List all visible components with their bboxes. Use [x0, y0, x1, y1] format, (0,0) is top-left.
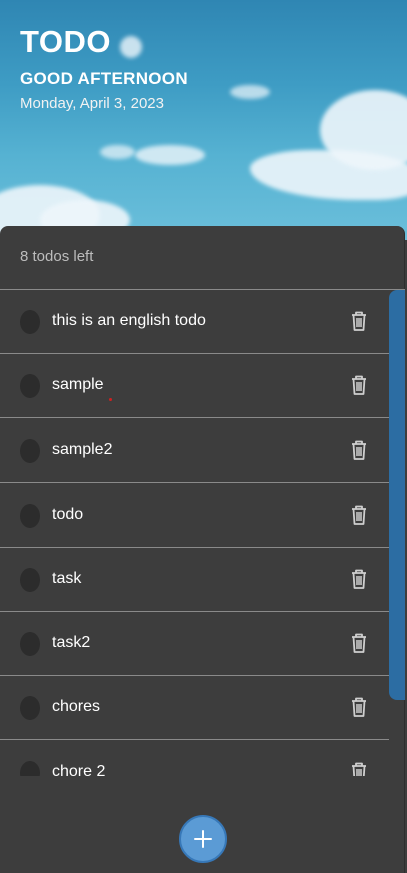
todo-item[interactable]: sample2: [0, 419, 389, 483]
app-title: TODO: [20, 24, 111, 59]
todo-panel: 8 todos left this is an english todo sam…: [0, 226, 405, 873]
todo-item[interactable]: todo: [0, 484, 389, 548]
todo-label: chores: [52, 698, 101, 715]
todo-item[interactable]: sample: [0, 354, 389, 418]
todo-item[interactable]: chore 2: [0, 741, 389, 776]
todo-item[interactable]: task: [0, 548, 389, 612]
plus-icon: [194, 830, 212, 848]
greeting-text: GOOD AFTERNOON: [20, 69, 188, 88]
complete-checkbox[interactable]: [20, 568, 40, 592]
trash-icon[interactable]: [349, 374, 369, 396]
todo-label: chore 2: [52, 763, 106, 776]
todo-label: todo: [52, 506, 84, 523]
todos-left-count: 8 todos left: [20, 248, 94, 265]
complete-checkbox[interactable]: [20, 374, 40, 398]
scrollbar-thumb[interactable]: [389, 290, 405, 700]
todo-label: task2: [52, 634, 91, 651]
todo-item[interactable]: this is an english todo: [0, 290, 389, 354]
complete-checkbox[interactable]: [20, 696, 40, 720]
todo-label: sample2: [52, 441, 113, 458]
cloud-shape: [135, 145, 205, 165]
trash-icon[interactable]: [349, 568, 369, 590]
trash-icon[interactable]: [349, 632, 369, 654]
todo-label: task: [52, 570, 82, 587]
complete-checkbox[interactable]: [20, 632, 40, 656]
complete-checkbox[interactable]: [20, 310, 40, 334]
trash-icon[interactable]: [349, 504, 369, 526]
trash-icon[interactable]: [349, 761, 369, 776]
cloud-shape: [230, 85, 270, 99]
header-banner: TODO GOOD AFTERNOON Monday, April 3, 202…: [0, 0, 407, 240]
add-todo-button[interactable]: [179, 815, 227, 863]
cloud-shape: [120, 36, 142, 58]
complete-checkbox[interactable]: [20, 504, 40, 528]
trash-icon[interactable]: [349, 696, 369, 718]
todo-list[interactable]: this is an english todo sample sample2 t…: [0, 290, 389, 776]
todo-label: sample: [52, 376, 104, 393]
complete-checkbox[interactable]: [20, 761, 40, 776]
todo-label: this is an english todo: [52, 312, 206, 329]
trash-icon[interactable]: [349, 439, 369, 461]
cursor-marker: [109, 398, 112, 401]
todo-item[interactable]: task2: [0, 612, 389, 676]
cloud-shape: [100, 145, 135, 159]
todo-item[interactable]: chores: [0, 676, 389, 740]
trash-icon[interactable]: [349, 310, 369, 332]
date-text: Monday, April 3, 2023: [20, 95, 164, 112]
complete-checkbox[interactable]: [20, 439, 40, 463]
